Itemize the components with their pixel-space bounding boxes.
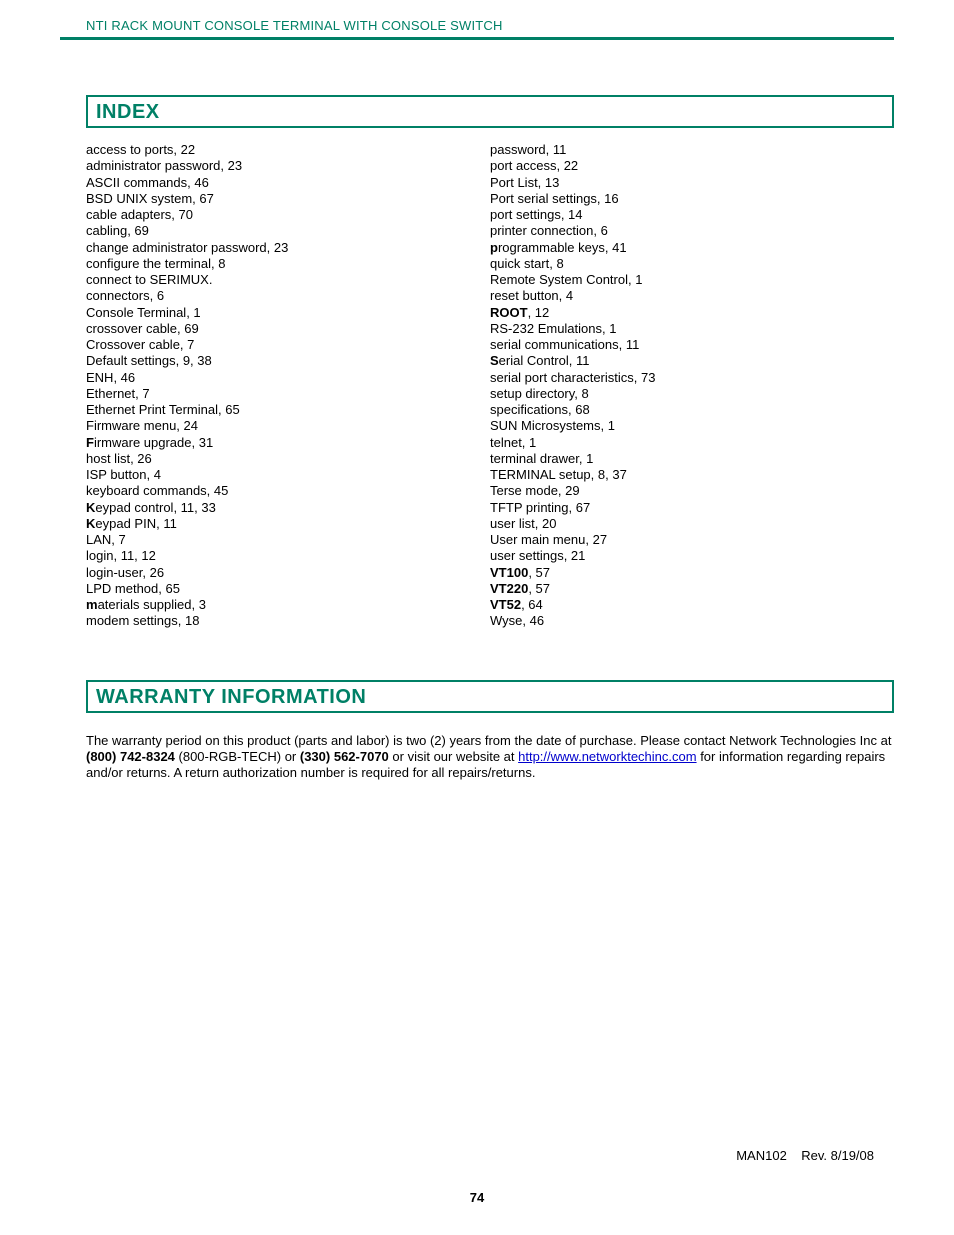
index-column-right: password, 11port access, 22Port List, 13… bbox=[490, 142, 894, 630]
index-entry: BSD UNIX system, 67 bbox=[86, 191, 490, 207]
warranty-text-a: The warranty period on this product (par… bbox=[86, 733, 891, 748]
warranty-text-b: (800-RGB-TECH) or bbox=[175, 749, 300, 764]
warranty-paragraph: The warranty period on this product (par… bbox=[86, 733, 894, 782]
header-divider bbox=[60, 37, 894, 40]
index-entry: setup directory, 8 bbox=[490, 386, 894, 402]
index-entry: Wyse, 46 bbox=[490, 613, 894, 629]
index-entry: port settings, 14 bbox=[490, 207, 894, 223]
index-entry: change administrator password, 23 bbox=[86, 240, 490, 256]
index-entry: Crossover cable, 7 bbox=[86, 337, 490, 353]
index-entry: Keypad control, 11, 33 bbox=[86, 500, 490, 516]
index-entry: TERMINAL setup, 8, 37 bbox=[490, 467, 894, 483]
warranty-link[interactable]: http://www.networktechinc.com bbox=[518, 749, 696, 764]
warranty-text-c: or visit our website at bbox=[389, 749, 518, 764]
index-entry: password, 11 bbox=[490, 142, 894, 158]
index-entry: serial port characteristics, 73 bbox=[490, 370, 894, 386]
page-header: NTI RACK MOUNT CONSOLE TERMINAL WITH CON… bbox=[60, 18, 894, 37]
index-entry: quick start, 8 bbox=[490, 256, 894, 272]
index-entry: reset button, 4 bbox=[490, 288, 894, 304]
index-title: INDEX bbox=[96, 101, 884, 124]
page-number: 74 bbox=[0, 1190, 954, 1205]
index-entry: Ethernet Print Terminal, 65 bbox=[86, 402, 490, 418]
index-entry: ENH, 46 bbox=[86, 370, 490, 386]
index-entry: administrator password, 23 bbox=[86, 158, 490, 174]
index-entry: Default settings, 9, 38 bbox=[86, 353, 490, 369]
index-entry: SUN Microsystems, 1 bbox=[490, 418, 894, 434]
warranty-phone-2: (330) 562-7070 bbox=[300, 749, 389, 764]
index-entry: serial communications, 11 bbox=[490, 337, 894, 353]
index-entry: user list, 20 bbox=[490, 516, 894, 532]
index-entry: Firmware menu, 24 bbox=[86, 418, 490, 434]
index-entry: keyboard commands, 45 bbox=[86, 483, 490, 499]
index-entry: TFTP printing, 67 bbox=[490, 500, 894, 516]
index-title-box: INDEX bbox=[86, 95, 894, 128]
index-entry: materials supplied, 3 bbox=[86, 597, 490, 613]
index-entry: printer connection, 6 bbox=[490, 223, 894, 239]
index-entry: VT220, 57 bbox=[490, 581, 894, 597]
index-entry: Ethernet, 7 bbox=[86, 386, 490, 402]
index-entry: connect to SERIMUX. bbox=[86, 272, 490, 288]
index-entry: terminal drawer, 1 bbox=[490, 451, 894, 467]
index-entry: VT100, 57 bbox=[490, 565, 894, 581]
index-entry: login, 11, 12 bbox=[86, 548, 490, 564]
index-entry: Terse mode, 29 bbox=[490, 483, 894, 499]
index-entry: ASCII commands, 46 bbox=[86, 175, 490, 191]
index-entry: LAN, 7 bbox=[86, 532, 490, 548]
index-entry: Port serial settings, 16 bbox=[490, 191, 894, 207]
index-entry: port access, 22 bbox=[490, 158, 894, 174]
index-entry: connectors, 6 bbox=[86, 288, 490, 304]
index-entry: user settings, 21 bbox=[490, 548, 894, 564]
warranty-title: WARRANTY INFORMATION bbox=[96, 686, 884, 709]
index-entry: login-user, 26 bbox=[86, 565, 490, 581]
index-entry: access to ports, 22 bbox=[86, 142, 490, 158]
index-entry: Remote System Control, 1 bbox=[490, 272, 894, 288]
index-entry: specifications, 68 bbox=[490, 402, 894, 418]
index-entry: User main menu, 27 bbox=[490, 532, 894, 548]
index-column-left: access to ports, 22administrator passwor… bbox=[86, 142, 490, 630]
index-entry: host list, 26 bbox=[86, 451, 490, 467]
index-entry: RS-232 Emulations, 1 bbox=[490, 321, 894, 337]
index-entry: telnet, 1 bbox=[490, 435, 894, 451]
warranty-phone-1: (800) 742-8324 bbox=[86, 749, 175, 764]
index-entry: cable adapters, 70 bbox=[86, 207, 490, 223]
index-entry: Port List, 13 bbox=[490, 175, 894, 191]
index-entry: ISP button, 4 bbox=[86, 467, 490, 483]
index-entry: Keypad PIN, 11 bbox=[86, 516, 490, 532]
footer-revision: MAN102 Rev. 8/19/08 bbox=[736, 1148, 874, 1163]
warranty-title-box: WARRANTY INFORMATION bbox=[86, 680, 894, 713]
index-columns: access to ports, 22administrator passwor… bbox=[86, 142, 894, 630]
index-entry: ROOT, 12 bbox=[490, 305, 894, 321]
index-entry: modem settings, 18 bbox=[86, 613, 490, 629]
index-entry: Firmware upgrade, 31 bbox=[86, 435, 490, 451]
index-entry: cabling, 69 bbox=[86, 223, 490, 239]
index-entry: configure the terminal, 8 bbox=[86, 256, 490, 272]
index-entry: Console Terminal, 1 bbox=[86, 305, 490, 321]
index-entry: LPD method, 65 bbox=[86, 581, 490, 597]
index-entry: programmable keys, 41 bbox=[490, 240, 894, 256]
index-entry: VT52, 64 bbox=[490, 597, 894, 613]
index-entry: crossover cable, 69 bbox=[86, 321, 490, 337]
index-entry: Serial Control, 11 bbox=[490, 353, 894, 369]
